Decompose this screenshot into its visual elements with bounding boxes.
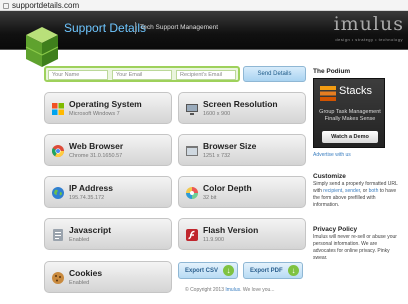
send-details-button[interactable]: Send Details: [243, 66, 306, 82]
stacks-logo-icon: [320, 86, 336, 101]
site-header: Support Details Tech Support Management …: [0, 11, 408, 67]
imulus-tagline: design • strategy • technology: [335, 37, 403, 42]
name-input[interactable]: Your Name: [48, 70, 108, 80]
tile-title: Browser Size: [203, 141, 257, 151]
email-input[interactable]: Your Email: [112, 70, 172, 80]
tile-title: Web Browser: [69, 141, 124, 151]
globe-icon: [52, 187, 64, 199]
advertise-link[interactable]: Advertise with us: [313, 152, 351, 158]
imulus-footer-link[interactable]: Imulus: [225, 287, 240, 293]
site-title[interactable]: Support Details: [64, 21, 146, 35]
podium-heading: The Podium: [313, 68, 351, 75]
recipient-link[interactable]: recipient: [323, 188, 342, 194]
stacks-ad[interactable]: Stacks Group Task Management Finally Mak…: [313, 78, 385, 148]
ad-tagline-2: Finally Makes Sense: [324, 116, 376, 122]
tile-ip-address: IP Address 195.74.35.172: [44, 176, 172, 208]
cookie-icon: [52, 272, 64, 284]
url-text[interactable]: supportdetails.com: [12, 1, 79, 10]
tile-title: Flash Version: [203, 225, 259, 235]
export-pdf-label: Export PDF: [250, 268, 283, 274]
cube-logo-icon[interactable]: [24, 25, 60, 69]
flash-icon: [186, 229, 198, 241]
imulus-logo[interactable]: imulus: [334, 13, 404, 35]
window-icon: [186, 146, 198, 156]
tile-title: Javascript: [69, 225, 112, 235]
tile-value: Chrome 31.0.1650.57: [69, 153, 123, 159]
tile-browser-size: Browser Size 1251 x 732: [178, 134, 306, 166]
export-csv-label: Export CSV: [185, 268, 219, 274]
customize-text: Simply send a properly formatted URL wit…: [313, 181, 398, 208]
tile-value: Enabled: [69, 237, 90, 243]
monitor-icon: [186, 104, 198, 115]
javascript-icon: [53, 229, 63, 241]
tile-title: IP Address: [69, 183, 113, 193]
export-csv-button[interactable]: Export CSV ↓: [178, 262, 238, 279]
export-pdf-button[interactable]: Export PDF ↓: [243, 262, 303, 279]
copyright-text: © Copyright 2013 Imulus. We love you...: [185, 287, 275, 293]
both-link[interactable]: both: [369, 188, 379, 194]
tile-value: 1600 x 900: [203, 111, 231, 117]
tile-operating-system: Operating System Microsoft Windows 7: [44, 92, 172, 124]
windows-icon: [52, 103, 64, 115]
send-details-form: Your Name Your Email Recipient's Email: [44, 66, 240, 82]
page-icon: [3, 3, 9, 9]
tile-title: Color Depth: [203, 183, 252, 193]
tile-title: Screen Resolution: [203, 99, 278, 109]
tile-value: 1251 x 732: [203, 153, 231, 159]
chrome-icon: [51, 145, 64, 158]
ad-tagline-1: Group Task Management: [319, 109, 381, 115]
tile-flash-version: Flash Version 11.9.900: [178, 218, 306, 250]
tile-value: Microsoft Windows 7: [69, 111, 120, 117]
watch-demo-button[interactable]: Watch a Demo: [322, 131, 378, 143]
download-arrow-icon: ↓: [223, 265, 234, 276]
color-wheel-icon: [186, 187, 198, 199]
download-arrow-icon: ↓: [288, 265, 299, 276]
recipient-email-input[interactable]: Recipient's Email: [176, 70, 236, 80]
tile-cookies: Cookies Enabled: [44, 261, 172, 293]
customize-heading: Customize: [313, 173, 346, 180]
tile-screen-resolution: Screen Resolution 1600 x 900: [178, 92, 306, 124]
address-bar[interactable]: supportdetails.com: [0, 0, 408, 11]
privacy-heading: Privacy Policy: [313, 226, 358, 233]
tile-value: 11.9.900: [203, 237, 225, 243]
tile-color-depth: Color Depth 32 bit: [178, 176, 306, 208]
tile-javascript: Javascript Enabled: [44, 218, 172, 250]
tile-value: Enabled: [69, 280, 90, 286]
tile-value: 195.74.35.172: [69, 195, 105, 201]
header-divider: [135, 22, 136, 34]
tile-title: Cookies: [69, 268, 103, 278]
tile-value: 32 bit: [203, 195, 217, 201]
site-subtitle: Tech Support Management: [140, 24, 219, 31]
tile-title: Operating System: [69, 99, 142, 109]
privacy-text: Imulus will never re-sell or abuse your …: [313, 234, 397, 261]
sender-link[interactable]: sender: [345, 188, 360, 194]
ad-product-name: Stacks: [339, 85, 373, 97]
tile-web-browser: Web Browser Chrome 31.0.1650.57: [44, 134, 172, 166]
